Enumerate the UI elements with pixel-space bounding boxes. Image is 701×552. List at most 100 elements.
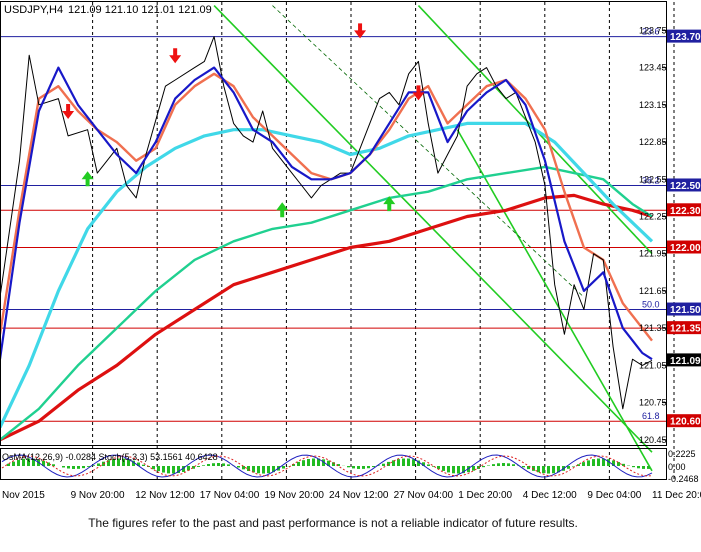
osma-bar [497,463,500,466]
sell-arrow-icon [62,104,75,120]
x-tick-label: 9 Dec 04:00 [587,490,641,501]
y-tick-label: 120.75 [639,398,667,408]
osma-bar [412,459,415,466]
chart-ohlc: 121.09 121.10 121.01 121.09 [68,4,212,16]
osma-bar [307,459,310,466]
y-tick-label: 122.25 [639,211,667,221]
osma-bar [507,463,510,466]
y-tick-label: 121.35 [639,323,667,333]
osma-bar [77,466,80,469]
osma-bar [367,466,370,469]
plot-frame [0,1,667,446]
oscillator-tick-label: 0.00 [668,462,686,472]
osma-bar [597,458,600,466]
level-label: 121.35 [670,324,701,335]
osma-bar [437,466,440,469]
osma-bar [222,463,225,466]
oscillator-tick-label: -0.2468 [668,474,699,484]
osma-bar [297,461,300,466]
osma-bar [427,464,430,466]
osma-bar [152,466,155,470]
x-tick-label: 19 Nov 20:00 [264,490,324,501]
osma-bar [257,466,260,474]
trend-channel [213,5,653,472]
price-series [0,23,654,442]
osma-bar [502,463,505,466]
osma-bar [67,466,70,469]
osma-bar [402,458,405,466]
osma-bar [347,466,350,468]
x-tick-label: 4 Dec 12:00 [523,490,577,501]
level-label: 122.00 [670,243,701,254]
level-label: 123.70 [670,32,701,43]
osma-bar [457,466,460,474]
osma-bar [262,466,265,474]
osma-bar [442,466,445,471]
x-tick-label: 27 Nov 04:00 [394,490,454,501]
chart-symbol: USDJPY,H4 [4,4,63,16]
osma-bar [267,466,270,474]
osma-bar [407,458,410,466]
osma-bar [647,466,650,469]
osma-bar [572,466,575,467]
osma-bar [452,466,455,474]
series-ma-slow [0,193,653,442]
osma-bar [217,463,220,466]
osma-bar [237,466,240,468]
price-chart: 123.7023.6122.5038.2122.30122.00121.5050… [0,1,701,501]
osma-bar [162,466,165,473]
x-tick-label: 17 Nov 04:00 [200,490,260,501]
osma-bar [357,466,360,469]
osma-bar [547,466,550,474]
disclaimer-footnote: The figures refer to the past and past p… [88,516,578,530]
x-tick-label: 11 Dec 20:00 [652,490,701,501]
osma-bar [632,466,635,468]
x-tick-label: Nov 2015 [2,490,45,501]
osma-bar [492,464,495,466]
y-tick-label: 122.85 [639,137,667,147]
osma-bar [302,460,305,466]
osma-bar [97,463,100,466]
y-tick-label: 123.15 [639,100,667,110]
osma-bar [397,459,400,466]
osma-bar [637,466,640,469]
level-label: 122.50 [670,181,701,192]
sell-arrow-icon [169,48,182,64]
osma-bar [72,466,75,469]
trend-line [456,129,653,472]
osma-bar [582,462,585,466]
osma-bar [62,466,65,468]
oscillator-label: OsMA(12,26,9) -0.0284 Stoch(5,3,3) 53.15… [2,452,218,462]
fibo-label: 61.8 [642,411,660,421]
osma-bar [482,466,485,468]
x-tick-label: 1 Dec 20:00 [458,490,512,501]
osma-bar [172,466,175,474]
buy-arrow-icon [81,171,94,187]
osma-bar [282,466,285,469]
osma-bar [567,466,570,469]
osma-bar [157,466,160,472]
buy-arrow-icon [276,202,289,218]
osma-bar [202,465,205,466]
osma-bar [7,463,10,466]
osma-bar [587,460,590,466]
osma-bar [242,466,245,470]
oscillator-tick-label: 0.2225 [668,449,696,459]
osma-bar [142,464,145,466]
series-ma-200 [0,165,653,441]
osma-bar [207,464,210,466]
osma-bar [592,459,595,466]
y-tick-label: 123.45 [639,63,667,73]
osma-bar [537,466,540,473]
osma-bar [522,466,525,468]
x-tick-label: 9 Nov 20:00 [71,490,125,501]
y-tick-label: 121.05 [639,360,667,370]
osma-bar [512,464,515,466]
osma-bar [82,466,85,469]
x-tick-label: 12 Nov 12:00 [135,490,195,501]
osma-bar [617,462,620,466]
osma-bar [382,463,385,466]
osma-bar [52,464,55,466]
y-tick-label: 121.65 [639,286,667,296]
x-tick-label: 24 Nov 12:00 [329,490,389,501]
